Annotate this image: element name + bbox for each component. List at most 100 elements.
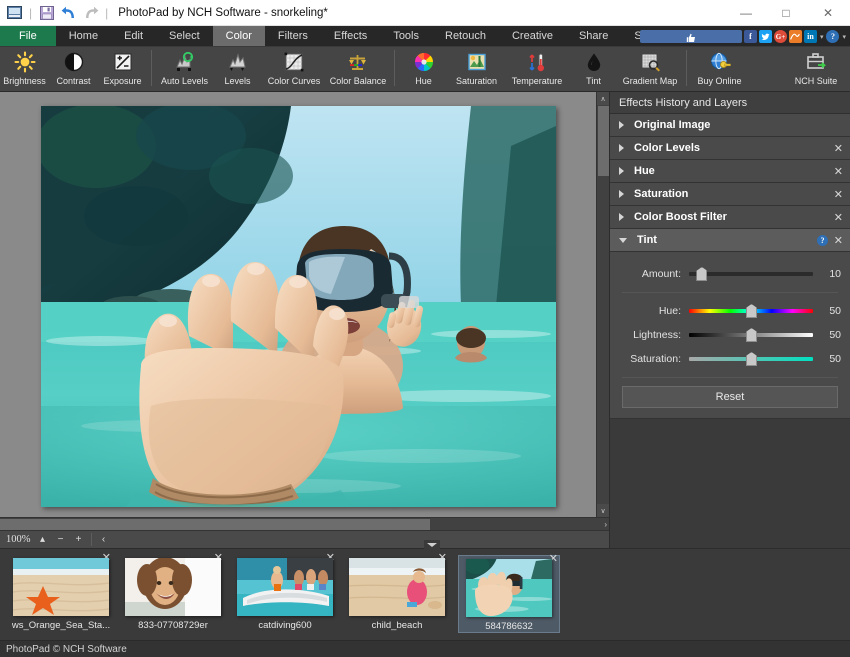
- status-bar: PhotoPad © NCH Software: [0, 640, 850, 657]
- slider-track-saturation[interactable]: [689, 357, 813, 361]
- toolbar-button-color-balance[interactable]: Color Balance: [326, 47, 390, 92]
- effect-close-icon[interactable]: ✕: [834, 188, 843, 201]
- ribbon-tab-edit[interactable]: Edit: [111, 26, 156, 46]
- slider-track-hue[interactable]: [689, 309, 813, 313]
- horizontal-scroll-thumb[interactable]: [0, 519, 430, 530]
- close-button[interactable]: ✕: [806, 0, 850, 26]
- ribbon-tab-creative[interactable]: Creative: [499, 26, 566, 46]
- zoom-out-button[interactable]: −: [55, 534, 67, 545]
- chevron-right-icon[interactable]: [619, 213, 624, 221]
- canvas-horizontal-scrollbar[interactable]: ›: [0, 517, 609, 530]
- effect-row-hue[interactable]: Hue✕: [610, 160, 850, 183]
- thumbnail-portrait[interactable]: ✕833-07708729er: [122, 555, 224, 631]
- facebook-icon[interactable]: f: [744, 30, 757, 43]
- chevron-right-icon[interactable]: [619, 190, 624, 198]
- toolbar-button-exposure[interactable]: Exposure: [98, 47, 147, 92]
- qat-separator-2: |: [104, 6, 109, 20]
- scroll-down-button[interactable]: ∨: [597, 504, 609, 517]
- zoom-dropdown-icon[interactable]: ▴: [37, 534, 49, 545]
- ribbon-tab-home[interactable]: Home: [56, 26, 111, 46]
- toolbar-button-temperature[interactable]: Temperature: [505, 47, 569, 92]
- vertical-scroll-thumb[interactable]: [598, 106, 609, 176]
- thumbnail-snorkeling[interactable]: ✕584786632: [458, 555, 560, 633]
- toolbar-button-label: Buy Online: [697, 76, 741, 86]
- thumbnail-image[interactable]: [466, 559, 552, 617]
- chevron-down-icon[interactable]: [619, 238, 627, 243]
- effect-row-color-boost-filter[interactable]: Color Boost Filter✕: [610, 206, 850, 229]
- ribbon-tab-file[interactable]: File: [0, 26, 56, 46]
- ribbon-tab-effects[interactable]: Effects: [321, 26, 380, 46]
- effect-close-icon[interactable]: ✕: [834, 234, 843, 247]
- slider-track-lightness[interactable]: [689, 333, 813, 337]
- thumbnail-starfish[interactable]: ✕ws_Orange_Sea_Sta...: [10, 555, 112, 631]
- social-chevron-down-icon[interactable]: ▾: [819, 33, 825, 41]
- effect-help-icon[interactable]: ?: [817, 235, 828, 246]
- canvas-area: ∧ ∨: [0, 92, 609, 517]
- ribbon-tab-select[interactable]: Select: [156, 26, 213, 46]
- google-plus-icon[interactable]: G+: [774, 30, 787, 43]
- ribbon-tab-share[interactable]: Share: [566, 26, 621, 46]
- effect-row-color-levels[interactable]: Color Levels✕: [610, 137, 850, 160]
- linkedin-icon[interactable]: in: [804, 30, 817, 43]
- collapse-chevron-icon[interactable]: [424, 540, 440, 549]
- minimize-button[interactable]: —: [726, 0, 766, 26]
- effect-row-tint[interactable]: Tint?✕: [610, 229, 850, 252]
- ribbon-tab-tools[interactable]: Tools: [380, 26, 432, 46]
- thumbnail-image[interactable]: [125, 558, 221, 616]
- toolbar-button-hue[interactable]: Hue: [399, 47, 448, 92]
- slider-handle-amount[interactable]: [696, 267, 707, 281]
- edited-photo[interactable]: [41, 106, 556, 507]
- ribbon-tab-color[interactable]: Color: [213, 26, 265, 46]
- effect-row-saturation[interactable]: Saturation✕: [610, 183, 850, 206]
- toolbar-button-nch-suite[interactable]: NCH Suite: [784, 47, 848, 92]
- scroll-up-button[interactable]: ∧: [597, 92, 609, 105]
- stumbleupon-icon[interactable]: [789, 30, 802, 43]
- chevron-right-icon[interactable]: [619, 121, 624, 129]
- photopad-icon[interactable]: [6, 4, 23, 21]
- thumbnail-image[interactable]: [349, 558, 445, 616]
- effects-history-list: Original ImageColor Levels✕Hue✕Saturatio…: [610, 114, 850, 252]
- zoom-fit-button[interactable]: ‹: [98, 534, 110, 545]
- slider-track-amount[interactable]: [689, 272, 813, 276]
- slider-handle-lightness[interactable]: [746, 328, 757, 342]
- thumbnail-image[interactable]: [13, 558, 109, 616]
- effect-close-icon[interactable]: ✕: [834, 211, 843, 224]
- chevron-right-icon[interactable]: [619, 167, 624, 175]
- toolbar-button-levels[interactable]: Levels: [213, 47, 262, 92]
- image-canvas[interactable]: [0, 92, 596, 517]
- canvas-vertical-scrollbar[interactable]: ∧ ∨: [596, 92, 609, 517]
- zoom-in-button[interactable]: +: [73, 534, 85, 545]
- thumbnail-catdiving[interactable]: ✕catdiving600: [234, 555, 336, 631]
- toolbar-button-buy-online[interactable]: Buy Online: [691, 47, 748, 92]
- ribbon-tab-retouch[interactable]: Retouch: [432, 26, 499, 46]
- thumbs-up-icon[interactable]: [640, 30, 742, 43]
- thumbnail-image[interactable]: [237, 558, 333, 616]
- redo-icon[interactable]: [82, 4, 99, 21]
- toolbar-button-auto-levels[interactable]: Auto Levels: [156, 47, 213, 92]
- undo-icon[interactable]: [60, 4, 77, 21]
- toolbar-button-tint[interactable]: Tint: [569, 47, 618, 92]
- slider-handle-hue[interactable]: [746, 304, 757, 318]
- ribbon-tab-filters[interactable]: Filters: [265, 26, 321, 46]
- scroll-right-button[interactable]: ›: [604, 520, 607, 529]
- effect-close-icon[interactable]: ✕: [834, 142, 843, 155]
- slider-handle-saturation[interactable]: [746, 352, 757, 366]
- toolbar-button-brightness[interactable]: Brightness: [0, 47, 49, 92]
- help-icon[interactable]: ?: [826, 30, 839, 43]
- help-chevron-down-icon[interactable]: ▾: [841, 33, 847, 41]
- toolbar-button-color-curves[interactable]: Color Curves: [262, 47, 326, 92]
- twitter-icon[interactable]: [759, 30, 772, 43]
- toolbar-button-label: Temperature: [512, 76, 563, 86]
- save-icon[interactable]: [38, 4, 55, 21]
- toolbar-button-gradient-map[interactable]: Gradient Map: [618, 47, 682, 92]
- effect-row-original-image[interactable]: Original Image: [610, 114, 850, 137]
- toolbar-button-contrast[interactable]: Contrast: [49, 47, 98, 92]
- saturation-icon: [466, 50, 488, 74]
- reset-button[interactable]: Reset: [622, 386, 838, 408]
- toolbar-separator: [686, 50, 687, 86]
- maximize-button[interactable]: □: [766, 0, 806, 26]
- toolbar-button-saturation[interactable]: Saturation: [448, 47, 505, 92]
- chevron-right-icon[interactable]: [619, 144, 624, 152]
- effect-close-icon[interactable]: ✕: [834, 165, 843, 178]
- thumbnail-child-beach[interactable]: ✕child_beach: [346, 555, 448, 631]
